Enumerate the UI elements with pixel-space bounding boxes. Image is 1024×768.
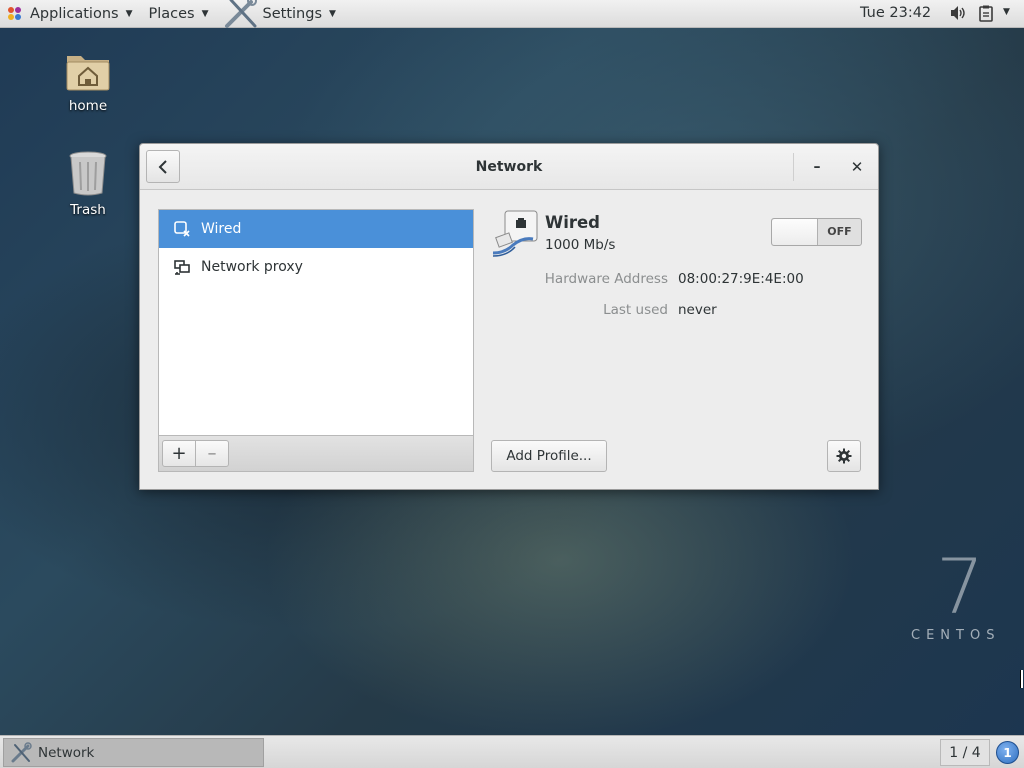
notification-badge[interactable]: 1 [996, 741, 1019, 764]
device-label: Wired [201, 221, 242, 237]
centos-version-watermark: 7 [936, 542, 985, 631]
last-used-value: never [678, 302, 717, 318]
clock[interactable]: Tue 23:42 [860, 5, 931, 21]
text-cursor-icon [1020, 670, 1023, 688]
window-title: Network [475, 159, 543, 175]
wired-device-icon [173, 220, 191, 238]
taskbar-item-network[interactable]: Network [3, 738, 264, 767]
settings-button[interactable] [827, 440, 861, 472]
places-menu[interactable]: Places ▼ [141, 0, 217, 28]
device-label: Network proxy [201, 259, 303, 275]
chevron-down-icon: ▼ [125, 8, 133, 19]
toggle-state: OFF [827, 225, 852, 238]
workspace-indicator[interactable]: 1 / 4 [940, 739, 990, 766]
ethernet-port-icon [492, 210, 538, 257]
minimize-button[interactable]: – [806, 156, 828, 178]
applications-menu[interactable]: Applications ▼ [0, 0, 141, 28]
settings-label: Settings [262, 5, 323, 22]
trash-icon [69, 151, 107, 196]
network-window: Network – ✕ Wired Network proxy + – Wire… [139, 143, 879, 490]
window-titlebar[interactable]: Network – ✕ [140, 144, 878, 190]
chevron-down-icon: ▼ [201, 8, 209, 19]
add-device-button[interactable]: + [162, 440, 196, 467]
top-panel: Applications ▼ Places ▼ Settings ▼ Tue 2… [0, 0, 1024, 28]
home-folder-icon [66, 56, 110, 91]
hardware-address-value: 08:00:27:9E:4E:00 [678, 271, 804, 287]
toggle-knob [772, 219, 818, 245]
remove-device-button[interactable]: – [195, 440, 229, 467]
chevron-down-icon: ▼ [329, 8, 336, 19]
volume-icon[interactable] [950, 5, 966, 21]
close-button[interactable]: ✕ [846, 156, 868, 178]
applications-logo-icon [8, 6, 22, 21]
places-label: Places [148, 5, 195, 22]
centos-wordmark: CENTOS [911, 628, 1001, 643]
taskbar-item-label: Network [38, 744, 95, 761]
hardware-address-label: Hardware Address [544, 271, 668, 287]
last-used-label: Last used [603, 302, 668, 318]
applications-label: Applications [30, 5, 119, 22]
trash-label: Trash [70, 202, 106, 218]
settings-menu[interactable]: Settings ▼ [217, 0, 344, 28]
device-list-item-wired[interactable]: Wired [159, 210, 473, 248]
device-list-toolbar: + – [158, 436, 474, 472]
system-menu-chevron-down-icon[interactable]: ▼ [1003, 7, 1010, 17]
bottom-panel: Network 1 / 4 1 [0, 735, 1024, 768]
network-proxy-icon [173, 258, 191, 276]
settings-tools-icon [11, 741, 32, 762]
device-list: Wired Network proxy [158, 209, 474, 436]
desktop-icon-home[interactable]: home [48, 50, 128, 114]
gear-icon [836, 448, 852, 464]
connection-toggle[interactable]: OFF [771, 218, 862, 246]
desktop-icon-trash[interactable]: Trash [48, 150, 128, 218]
add-profile-button[interactable]: Add Profile... [491, 440, 607, 472]
clipboard-icon[interactable] [979, 5, 993, 22]
device-list-item-network-proxy[interactable]: Network proxy [159, 248, 473, 286]
titlebar-separator [793, 153, 794, 181]
device-name: Wired [545, 213, 600, 232]
device-speed: 1000 Mb/s [545, 237, 616, 253]
home-label: home [68, 98, 108, 114]
settings-tools-icon [224, 0, 257, 28]
